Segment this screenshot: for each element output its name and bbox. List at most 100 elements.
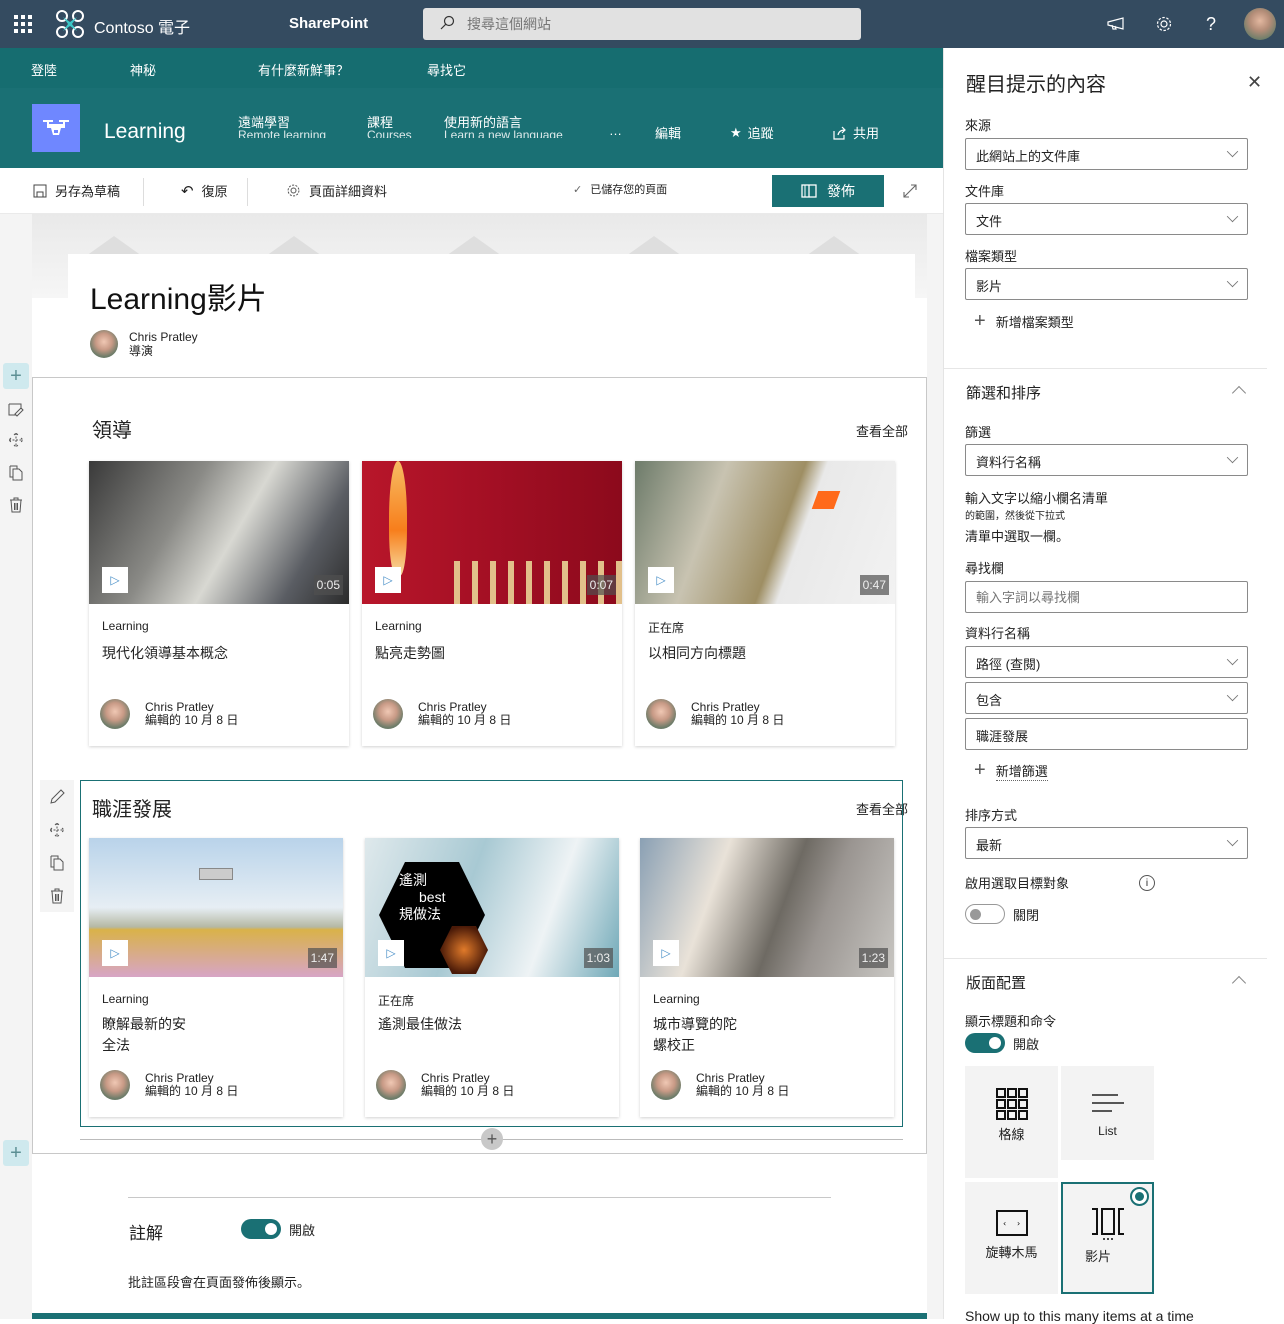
source-dropdown[interactable]: 此網站上的文件庫 [965, 138, 1248, 170]
info-icon[interactable]: i [1139, 875, 1155, 891]
webpart-title[interactable]: 領導 [92, 414, 132, 443]
chevron-up-icon[interactable] [1231, 975, 1247, 991]
webpart-title[interactable]: 職涯發展 [92, 793, 172, 822]
card-category: Learning [653, 992, 700, 1006]
see-all-link[interactable]: 查看全部 [856, 799, 908, 818]
brand-name[interactable]: Contoso 電子 [94, 14, 190, 38]
video-card[interactable]: 遙測 best 規做法 ▷ 1:03 正在席 遙測最佳做法 Chris Prat… [365, 838, 619, 1117]
app-name[interactable]: SharePoint [289, 15, 368, 32]
search-input[interactable] [467, 12, 847, 36]
waffle-icon[interactable] [14, 15, 32, 33]
layout-section-header[interactable]: 版面配置 [966, 972, 1026, 993]
gear-icon[interactable] [1153, 13, 1175, 35]
video-card[interactable]: ▷ 0:07 Learning 點亮走勢圖 Chris Pratley 編輯的 1… [362, 461, 622, 746]
filter-section-header[interactable]: 篩選和排序 [966, 382, 1041, 403]
saved-status: ✓ 已儲存您的頁面 [573, 181, 667, 197]
play-icon[interactable]: ▷ [378, 940, 404, 966]
play-icon[interactable]: ▷ [102, 940, 128, 966]
play-icon[interactable]: ▷ [102, 567, 128, 593]
filter-value-input[interactable]: 職涯發展 [965, 718, 1248, 750]
play-icon[interactable]: ▷ [648, 567, 674, 593]
card-title[interactable]: 以相同方向標題 [648, 643, 878, 664]
card-title[interactable]: 點亮走勢圖 [375, 643, 605, 664]
add-section-button[interactable]: + [3, 1140, 29, 1166]
hubnav-item[interactable]: 尋找它 [427, 60, 466, 79]
card-title[interactable]: 瞭解最新的安全法 [102, 1014, 192, 1056]
find-column-input[interactable] [965, 581, 1248, 613]
video-card[interactable]: ▷ 1:23 Learning 城市導覽的陀螺校正 Chris Pratley 編… [640, 838, 894, 1117]
site-title[interactable]: Learning [104, 120, 186, 144]
search-box[interactable] [423, 8, 861, 40]
page-details-button[interactable]: 頁面詳細資料 [286, 181, 387, 200]
svg-text:‹: ‹ [1003, 1219, 1006, 1228]
edit-nav-link[interactable]: 編輯 [655, 123, 681, 142]
layout-option-carousel[interactable]: ‹ › 旋轉木馬 [965, 1182, 1058, 1294]
audience-toggle[interactable]: 關閉 [965, 904, 1039, 924]
video-card[interactable]: ▷ 1:47 Learning 瞭解最新的安全法 Chris Pratley 編輯… [89, 838, 343, 1117]
share-button[interactable]: 共用 [833, 123, 879, 142]
play-icon[interactable]: ▷ [653, 940, 679, 966]
add-section-button[interactable]: + [3, 363, 29, 389]
follow-button[interactable]: ★ 追蹤 [730, 123, 774, 142]
play-icon[interactable]: ▷ [375, 567, 401, 593]
card-author: Chris Pratley 編輯的 10 月 8 日 [100, 699, 238, 729]
toggle-switch[interactable] [965, 904, 1005, 924]
layout-option-filmstrip[interactable]: 影片 [1061, 1182, 1154, 1294]
user-avatar[interactable] [1244, 8, 1276, 40]
publish-button[interactable]: 發佈 [772, 175, 884, 207]
card-title[interactable]: 現代化領導基本概念 [102, 643, 332, 664]
site-nav-item[interactable]: 遠端學習 Remote learning [238, 116, 326, 138]
video-card[interactable]: ▷ 0:05 Learning 現代化領導基本概念 Chris Pratley 編… [89, 461, 349, 746]
edit-section-icon[interactable] [3, 397, 29, 423]
video-card[interactable]: ▷ 0:47 正在席 以相同方向標題 Chris Pratley 編輯的 10 月… [635, 461, 895, 746]
svg-text:›: › [1017, 1219, 1020, 1228]
hubnav-item[interactable]: 登陸 [31, 60, 57, 79]
move-section-icon[interactable] [3, 427, 29, 453]
comments-toggle[interactable]: 開啟 [241, 1219, 315, 1239]
star-icon: ★ [730, 124, 742, 140]
filter-dropdown[interactable]: 資料行名稱 [965, 444, 1248, 476]
card-title[interactable]: 遙測最佳做法 [378, 1014, 608, 1035]
toggle-switch[interactable] [241, 1219, 281, 1239]
edit-webpart-icon[interactable] [40, 780, 74, 813]
page-title[interactable]: Learning影片 [90, 274, 267, 318]
more-nav-button[interactable]: … [609, 123, 622, 138]
author-name[interactable]: Chris Pratley [129, 330, 198, 344]
library-dropdown[interactable]: 文件 [965, 203, 1248, 235]
site-logo[interactable] [32, 104, 80, 152]
site-nav-item[interactable]: 課程 Courses [367, 116, 412, 138]
hubnav-item[interactable]: 神秘 [130, 60, 156, 79]
add-webpart-button[interactable]: + [481, 1128, 503, 1150]
thumbnail-text: 遙測 best 規做法 [399, 872, 445, 923]
card-title[interactable]: 城市導覽的陀螺校正 [653, 1014, 743, 1056]
see-all-link[interactable]: 查看全部 [856, 421, 908, 440]
plus-icon: + [974, 759, 986, 781]
megaphone-icon[interactable] [1105, 13, 1127, 35]
chevron-up-icon[interactable] [1231, 385, 1247, 401]
duplicate-section-icon[interactable] [3, 460, 29, 486]
sort-dropdown[interactable]: 最新 [965, 827, 1248, 859]
layout-option-grid[interactable]: 格線 [965, 1066, 1058, 1178]
add-filetype-button[interactable]: + 新增檔案類型 [974, 310, 1074, 333]
duplicate-webpart-icon[interactable] [40, 846, 74, 879]
hubnav-item[interactable]: 有什麼新鮮事？ [258, 60, 349, 79]
save-draft-button[interactable]: 另存為草稿 [33, 181, 120, 200]
toggle-switch[interactable] [965, 1033, 1005, 1053]
move-webpart-icon[interactable] [40, 813, 74, 846]
show-title-toggle[interactable]: 開啟 [965, 1033, 1039, 1053]
delete-webpart-icon[interactable] [40, 879, 74, 912]
layout-option-list[interactable]: List [1061, 1066, 1154, 1160]
add-filter-button[interactable]: + 新增篩選 [974, 759, 1048, 782]
operator-dropdown[interactable]: 包含 [965, 682, 1248, 714]
column-dropdown[interactable]: 路徑 (查閱) [965, 646, 1248, 678]
site-nav-item[interactable]: 使用新的語言 Learn a new language [444, 116, 563, 138]
close-icon[interactable]: ✕ [1247, 72, 1262, 93]
expand-icon[interactable] [902, 183, 918, 199]
undo-button[interactable]: ↶ 復原 [181, 181, 228, 200]
filetype-dropdown[interactable]: 影片 [965, 268, 1248, 300]
publish-label: 發佈 [827, 183, 855, 199]
delete-section-icon[interactable] [3, 492, 29, 518]
thumb-line: 遙測 [399, 872, 427, 888]
help-icon[interactable]: ? [1200, 13, 1222, 35]
video-duration: 0:07 [586, 575, 616, 595]
